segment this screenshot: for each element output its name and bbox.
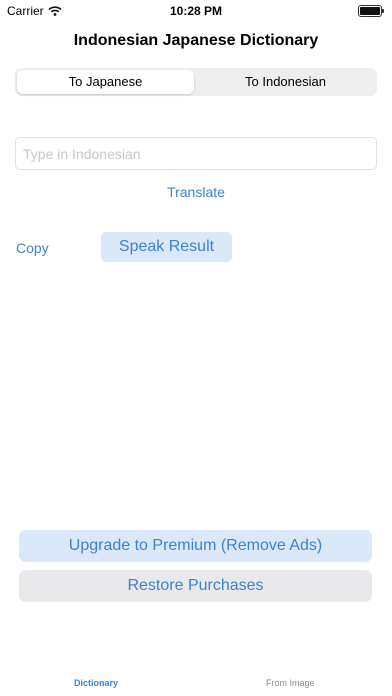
tab-bar: Dictionary From Image — [0, 672, 392, 696]
upgrade-premium-button[interactable]: Upgrade to Premium (Remove Ads) — [19, 530, 372, 562]
tab-to-indonesian[interactable]: To Indonesian — [196, 70, 375, 94]
direction-segmented-control: To Japanese To Indonesian — [15, 68, 377, 96]
speak-result-button[interactable]: Speak Result — [101, 232, 232, 262]
battery-icon — [358, 5, 384, 17]
indonesian-input[interactable] — [15, 137, 377, 170]
tab-from-image[interactable]: From Image — [266, 678, 315, 688]
copy-button[interactable]: Copy — [16, 240, 49, 256]
clock: 10:28 PM — [169, 4, 223, 18]
status-bar: Carrier 10:28 PM — [0, 0, 392, 22]
tab-to-japanese[interactable]: To Japanese — [17, 70, 194, 94]
tab-dictionary[interactable]: Dictionary — [74, 678, 118, 688]
translate-button[interactable]: Translate — [0, 184, 392, 200]
page-title: Indonesian Japanese Dictionary — [73, 32, 319, 49]
restore-purchases-button[interactable]: Restore Purchases — [19, 570, 372, 602]
